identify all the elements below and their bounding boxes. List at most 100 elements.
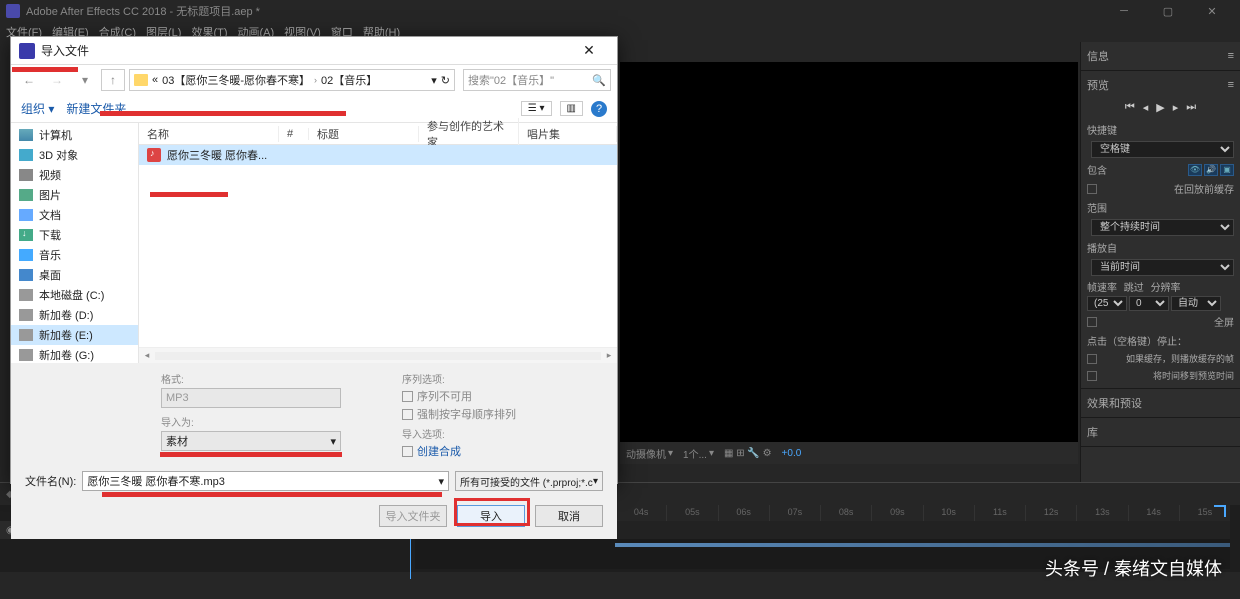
breadcrumb-segment[interactable]: 03【愿你三冬暖-愿你春不寒】 bbox=[162, 72, 310, 88]
nav-forward-button[interactable]: → bbox=[45, 69, 69, 91]
breadcrumb-dropdown[interactable]: ▾ bbox=[431, 74, 437, 87]
nav-recent-button[interactable]: ▾ bbox=[73, 69, 97, 91]
importopt-label: 导入选项: bbox=[402, 426, 603, 441]
view-mode-button[interactable]: ☰ ▾ bbox=[521, 101, 552, 116]
sidebar-item-music[interactable]: 音乐 bbox=[11, 245, 138, 265]
preview-panel-title[interactable]: 预览 bbox=[1087, 77, 1109, 93]
col-name[interactable]: 名称 bbox=[139, 126, 279, 142]
dialog-search-input[interactable]: 搜索"02【音乐】" 🔍 bbox=[463, 69, 611, 91]
file-list[interactable]: 愿你三冬暖 愿你春... bbox=[139, 145, 617, 347]
desktop-icon bbox=[19, 269, 33, 281]
disk-icon bbox=[19, 329, 33, 341]
range-dropdown[interactable]: 整个持续时间 bbox=[1091, 219, 1234, 236]
cache-checkbox[interactable] bbox=[1087, 184, 1097, 194]
sidebar-item-pictures[interactable]: 图片 bbox=[11, 185, 138, 205]
mp3-file-icon bbox=[147, 148, 161, 162]
sidebar-item-disk-e[interactable]: 新加卷 (E:) bbox=[11, 325, 138, 345]
play-button[interactable]: ▶ bbox=[1156, 101, 1164, 114]
disk-icon bbox=[19, 309, 33, 321]
work-area-bar[interactable] bbox=[615, 543, 1230, 547]
help-button[interactable]: ? bbox=[591, 101, 607, 117]
preview-transport: ⏮ ◂ ▶ ▸ ⏭ bbox=[1087, 95, 1234, 120]
timeline-ruler[interactable]: 04s 05s 06s 07s 08s 09s 10s 11s 12s 13s … bbox=[615, 505, 1230, 521]
movetime-checkbox[interactable] bbox=[1087, 371, 1097, 381]
playfrom-dropdown[interactable]: 当前时间 bbox=[1091, 259, 1234, 276]
annotation-highlight-box bbox=[454, 498, 530, 526]
first-frame-button[interactable]: ⏮ bbox=[1125, 101, 1135, 114]
framerate-dropdown[interactable]: (25) bbox=[1087, 296, 1127, 311]
sidebar-item-documents[interactable]: 文档 bbox=[11, 205, 138, 225]
minimize-button[interactable]: ─ bbox=[1102, 0, 1146, 22]
eye-icon: 👁 bbox=[1188, 164, 1202, 176]
watermark: 头条号 / 秦绪文自媒体 bbox=[1045, 555, 1222, 581]
sidebar-item-downloads[interactable]: 下载 bbox=[11, 225, 138, 245]
dialog-nav-bar: ← → ▾ ↑ « 03【愿你三冬暖-愿你春不寒】 › 02【音乐】 ▾↻ 搜索… bbox=[11, 65, 617, 95]
prev-frame-button[interactable]: ◂ bbox=[1143, 101, 1149, 114]
shortcut-label: 快捷键 bbox=[1087, 122, 1117, 137]
next-frame-button[interactable]: ▸ bbox=[1173, 101, 1179, 114]
file-row[interactable]: 愿你三冬暖 愿你春... bbox=[139, 145, 617, 165]
dialog-toolbar: 组织 ▾ 新建文件夹 ☰ ▾ ▥ ? bbox=[11, 95, 617, 123]
viewer-icons[interactable]: ▦ ⊞ 🔧 ⚙ bbox=[724, 448, 772, 459]
breadcrumb[interactable]: « 03【愿你三冬暖-愿你春不寒】 › 02【音乐】 ▾↻ bbox=[129, 69, 455, 91]
effects-panel-title[interactable]: 效果和预设 bbox=[1087, 395, 1142, 411]
shortcut-dropdown[interactable]: 空格键 bbox=[1091, 141, 1234, 158]
seq-label: 序列选项: bbox=[402, 371, 603, 386]
sidebar-item-disk-c[interactable]: 本地磁盘 (C:) bbox=[11, 285, 138, 305]
camera-dropdown[interactable]: 动摄像机 ▾ bbox=[626, 446, 673, 461]
col-tracknum[interactable]: # bbox=[279, 128, 309, 140]
viewer-toolbar: 动摄像机 ▾ 1个... ▾ ▦ ⊞ 🔧 ⚙ +0.0 bbox=[620, 442, 1078, 464]
sidebar-item-video[interactable]: 视频 bbox=[11, 165, 138, 185]
disk-icon bbox=[19, 349, 33, 361]
maximize-button[interactable]: ▢ bbox=[1146, 0, 1190, 22]
library-panel-title[interactable]: 库 bbox=[1087, 424, 1098, 440]
fullscreen-checkbox[interactable] bbox=[1087, 317, 1097, 327]
composition-viewer[interactable] bbox=[620, 62, 1078, 442]
panel-menu-icon[interactable]: ≡ bbox=[1228, 50, 1234, 62]
seq-checkbox bbox=[402, 391, 413, 402]
breadcrumb-segment[interactable]: 02【音乐】 bbox=[321, 72, 377, 88]
downloads-icon bbox=[19, 229, 33, 241]
filetype-filter[interactable]: 所有可接受的文件 (*.prproj;*.c▾ bbox=[455, 471, 603, 491]
file-list-area: 名称 # 标题 参与创作的艺术家 唱片集 愿你三冬暖 愿你春... ◂▸ bbox=[139, 123, 617, 363]
sidebar-item-disk-g[interactable]: 新加卷 (G:) bbox=[11, 345, 138, 363]
close-button[interactable]: ✕ bbox=[1190, 0, 1234, 22]
importas-label: 导入为: bbox=[161, 414, 362, 429]
refresh-icon[interactable]: ↻ bbox=[441, 74, 450, 87]
sidebar-item-disk-d[interactable]: 新加卷 (D:) bbox=[11, 305, 138, 325]
skip-dropdown[interactable]: 0 bbox=[1129, 296, 1169, 311]
ifcached-checkbox[interactable] bbox=[1087, 354, 1097, 364]
video-icon bbox=[19, 169, 33, 181]
filename-input[interactable]: 愿你三冬暖 愿你春不寒.mp3▾ bbox=[82, 471, 449, 491]
import-folder-button[interactable]: 导入文件夹 bbox=[379, 505, 447, 527]
createcomp-checkbox[interactable] bbox=[402, 446, 413, 457]
alpha-checkbox bbox=[402, 409, 413, 420]
nav-back-button[interactable]: ← bbox=[17, 69, 41, 91]
organize-menu[interactable]: 组织 ▾ bbox=[21, 100, 54, 117]
zoom-level[interactable]: +0.0 bbox=[782, 448, 802, 459]
preview-pane-button[interactable]: ▥ bbox=[560, 101, 583, 116]
panel-menu-icon[interactable]: ≡ bbox=[1228, 79, 1234, 91]
nav-up-button[interactable]: ↑ bbox=[101, 69, 125, 91]
work-area-end[interactable] bbox=[1214, 505, 1228, 519]
ae-dialog-icon bbox=[19, 43, 35, 59]
horizontal-scrollbar[interactable]: ◂▸ bbox=[139, 347, 617, 363]
file-name: 愿你三冬暖 愿你春... bbox=[167, 147, 267, 163]
dialog-titlebar[interactable]: 导入文件 ✕ bbox=[11, 37, 617, 65]
last-frame-button[interactable]: ⏭ bbox=[1186, 101, 1196, 114]
sidebar-item-3d[interactable]: 3D 对象 bbox=[11, 145, 138, 165]
views-dropdown[interactable]: 1个... ▾ bbox=[683, 446, 714, 461]
create-comp: 创建合成 bbox=[417, 443, 461, 459]
col-album[interactable]: 唱片集 bbox=[519, 126, 617, 142]
search-placeholder: 搜索"02【音乐】" bbox=[468, 72, 554, 88]
col-title[interactable]: 标题 bbox=[309, 126, 419, 142]
sidebar-item-computer[interactable]: 计算机 bbox=[11, 125, 138, 145]
sidebar-item-desktop[interactable]: 桌面 bbox=[11, 265, 138, 285]
dialog-close-button[interactable]: ✕ bbox=[569, 42, 609, 59]
info-panel-title[interactable]: 信息 bbox=[1087, 48, 1109, 64]
include-toggles[interactable]: 👁🔊▣ bbox=[1188, 164, 1234, 176]
res-dropdown[interactable]: 自动 bbox=[1171, 296, 1221, 311]
object3d-icon bbox=[19, 149, 33, 161]
importas-dropdown[interactable]: 素材▾ bbox=[161, 431, 341, 451]
cancel-button[interactable]: 取消 bbox=[535, 505, 603, 527]
